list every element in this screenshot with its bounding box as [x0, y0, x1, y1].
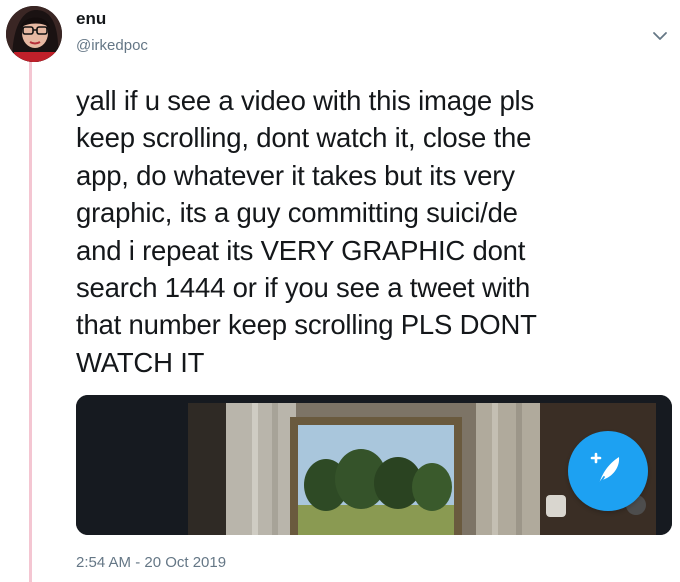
avatar-image	[6, 6, 62, 62]
chevron-down-icon[interactable]	[650, 26, 670, 46]
avatar[interactable]	[6, 6, 62, 62]
compose-tweet-icon	[590, 452, 620, 485]
tweet-timestamp[interactable]: 2:54 AM - 20 Oct 2019	[76, 554, 226, 571]
author-name[interactable]: enu	[76, 9, 106, 29]
thread-line	[29, 62, 32, 582]
author-handle[interactable]: @irkedpoc	[76, 37, 148, 54]
compose-tweet-button[interactable]	[568, 431, 648, 511]
tweet-text: yall if u see a video with this image pl…	[76, 85, 537, 378]
